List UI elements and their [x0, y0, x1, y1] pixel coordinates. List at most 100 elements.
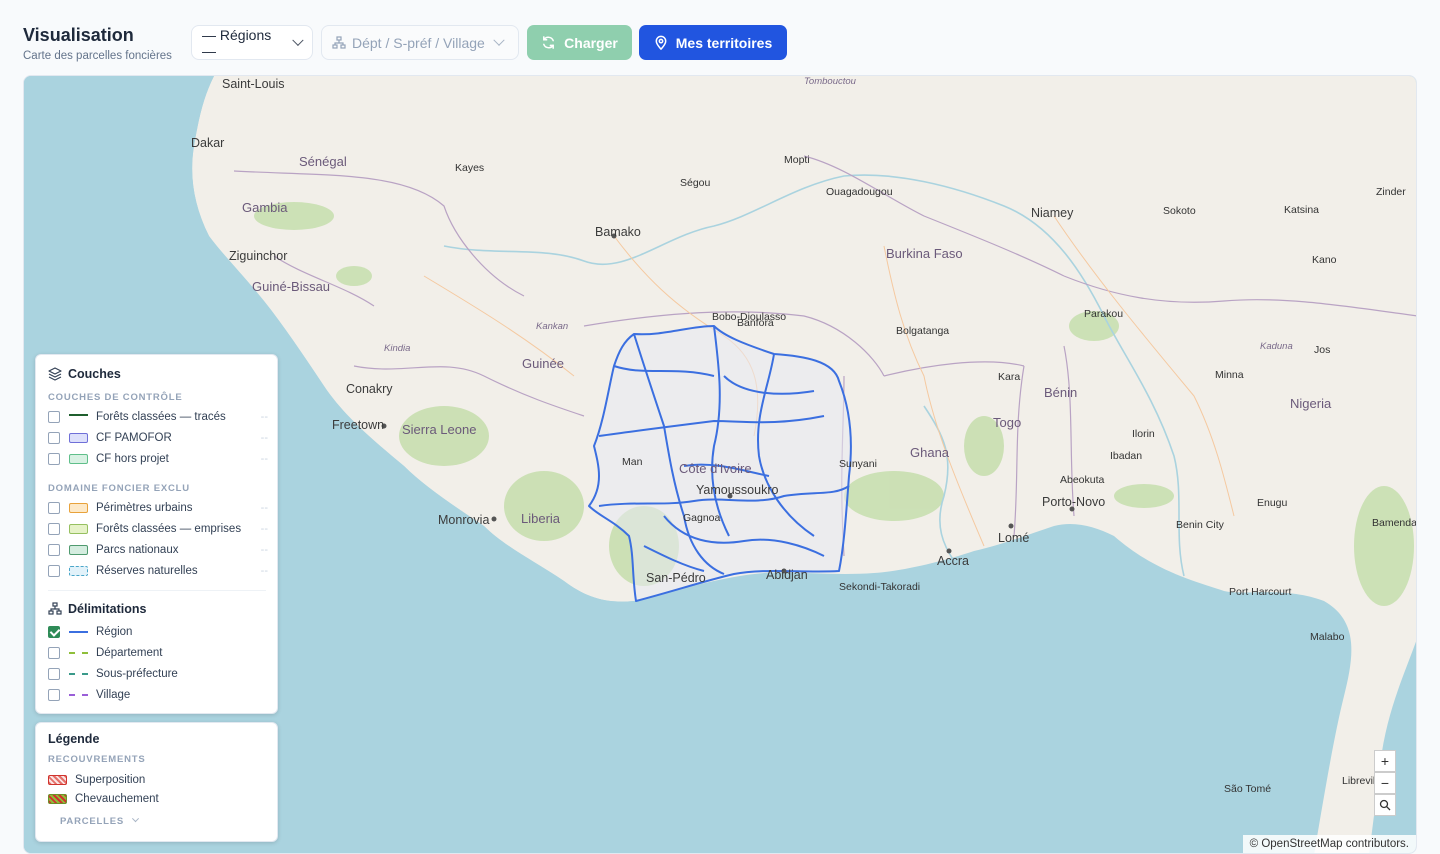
layer-row-reserves[interactable]: Réserves naturelles --	[48, 563, 268, 579]
load-button-label: Charger	[564, 34, 618, 51]
parcels-toggle-label: PARCELLES	[60, 816, 125, 827]
layer-row-cf-hors-projet[interactable]: CF hors projet --	[48, 451, 268, 467]
map-label: Zinder	[1376, 186, 1406, 198]
map-label: Côte d'Ivoire	[679, 461, 752, 476]
zoom-fit-button[interactable]	[1374, 794, 1396, 816]
map-label: Gambia	[242, 200, 288, 215]
excluded-section-title: DOMAINE FONCIER EXCLU	[48, 483, 190, 494]
delim-checkbox[interactable]	[48, 689, 60, 701]
delimitations-header: Délimitations	[48, 602, 147, 616]
delim-label: Région	[96, 626, 133, 638]
layer-checkbox[interactable]	[48, 523, 60, 535]
layer-row-urban[interactable]: Périmètres urbains --	[48, 500, 268, 516]
map-label: Banfora	[737, 317, 774, 329]
zoom-out-button[interactable]: −	[1374, 772, 1396, 794]
map-pin-icon	[655, 35, 667, 50]
chevron-down-icon	[493, 34, 505, 46]
map-label: São Tomé	[1224, 783, 1272, 795]
map-attribution[interactable]: © OpenStreetMap contributors.	[1242, 835, 1416, 853]
map-label: Ziguinchor	[229, 249, 288, 263]
layers-title: Couches	[68, 367, 121, 381]
parks-swatch	[69, 545, 88, 555]
department-line-swatch	[69, 652, 88, 654]
layer-checkbox[interactable]	[48, 453, 60, 465]
delim-checkbox-checked[interactable]	[48, 626, 60, 638]
layer-row-parks[interactable]: Parcs nationaux --	[48, 542, 268, 558]
map-label: Porto-Novo	[1042, 495, 1106, 509]
map-label: Accra	[937, 554, 969, 568]
map-label: Bolgatanga	[896, 325, 950, 337]
delim-checkbox[interactable]	[48, 668, 60, 680]
map-label: Parakou	[1084, 308, 1124, 320]
map-label: Saint-Louis	[222, 77, 285, 91]
map-label: Sénégal	[299, 154, 347, 169]
zoom-in-button[interactable]: +	[1374, 750, 1396, 772]
map-label: Dakar	[191, 136, 225, 150]
map-label: Gagnoa	[683, 512, 721, 524]
map-label: Port Harcourt	[1229, 586, 1292, 598]
map-label: Benin City	[1176, 519, 1224, 531]
layer-label: Réserves naturelles	[96, 565, 198, 577]
map-label: Tombouctou	[804, 76, 856, 87]
layer-label: Forêts classées — tracés	[96, 411, 226, 423]
layer-label: CF PAMOFOR	[96, 432, 172, 444]
map-label: Kayes	[455, 162, 485, 174]
pamofor-swatch	[69, 433, 88, 443]
region-select[interactable]: — Régions —	[191, 25, 313, 60]
layer-count: --	[260, 432, 268, 444]
delim-label: Sous-préfecture	[96, 668, 178, 680]
dept-select[interactable]: Dépt / S-préf / Village	[321, 25, 519, 60]
map-label: Ghana	[910, 445, 950, 460]
delim-checkbox[interactable]	[48, 647, 60, 659]
reserves-swatch	[69, 566, 88, 576]
map-label: Man	[622, 456, 643, 468]
map-label: Abidjan	[766, 568, 808, 582]
map-label: Bamako	[595, 225, 641, 239]
layer-count: --	[260, 411, 268, 423]
layer-label: Périmètres urbains	[96, 502, 193, 514]
layers-header: Couches	[48, 367, 121, 381]
map-label: Ibadan	[1110, 450, 1143, 462]
legend-item-chevauchement: Chevauchement	[48, 791, 268, 807]
layer-checkbox[interactable]	[48, 565, 60, 577]
delim-row-department[interactable]: Département	[48, 645, 268, 661]
chevauchement-swatch	[48, 794, 67, 804]
map-label: Togo	[993, 415, 1022, 430]
map-label: Abeokuta	[1060, 474, 1105, 486]
map-label: Ouagadougou	[826, 186, 893, 198]
layer-count: --	[260, 523, 268, 535]
map-label: Sunyani	[839, 458, 877, 470]
layer-row-cf-pamofor[interactable]: CF PAMOFOR --	[48, 430, 268, 446]
cf-hors-projet-swatch	[69, 454, 88, 464]
delimitations-title: Délimitations	[68, 602, 147, 616]
map-label: Kano	[1312, 254, 1337, 266]
map-label: Guinée	[522, 356, 564, 371]
delim-row-region[interactable]: Région	[48, 624, 268, 640]
refresh-icon	[543, 36, 555, 49]
map-label: Mopti	[784, 154, 810, 166]
legend-item-superposition: Superposition	[48, 772, 268, 788]
map-label: Niamey	[1031, 206, 1074, 220]
layer-checkbox[interactable]	[48, 502, 60, 514]
map-label: Sokoto	[1163, 205, 1196, 217]
load-button[interactable]: Charger	[527, 25, 632, 60]
map-label: Liberia	[521, 511, 561, 526]
region-line-swatch	[69, 631, 88, 633]
delim-row-village[interactable]: Village	[48, 687, 268, 703]
layer-label: Parcs nationaux	[96, 544, 179, 556]
layer-count: --	[260, 544, 268, 556]
layer-checkbox[interactable]	[48, 432, 60, 444]
layer-row-forest-traces[interactable]: Forêts classées — tracés --	[48, 409, 268, 425]
layer-row-forest-emprises[interactable]: Forêts classées — emprises --	[48, 521, 268, 537]
layer-checkbox[interactable]	[48, 411, 60, 423]
layer-checkbox[interactable]	[48, 544, 60, 556]
map-label: Conakry	[346, 382, 393, 396]
map-label: Ilorin	[1132, 428, 1155, 440]
my-territories-button[interactable]: Mes territoires	[639, 25, 787, 60]
parcels-toggle[interactable]: PARCELLES	[60, 815, 140, 827]
layer-count: --	[260, 565, 268, 577]
layer-count: --	[260, 453, 268, 465]
delim-row-subprefecture[interactable]: Sous-préfecture	[48, 666, 268, 682]
hierarchy-icon	[48, 602, 62, 615]
layer-count: --	[260, 502, 268, 514]
